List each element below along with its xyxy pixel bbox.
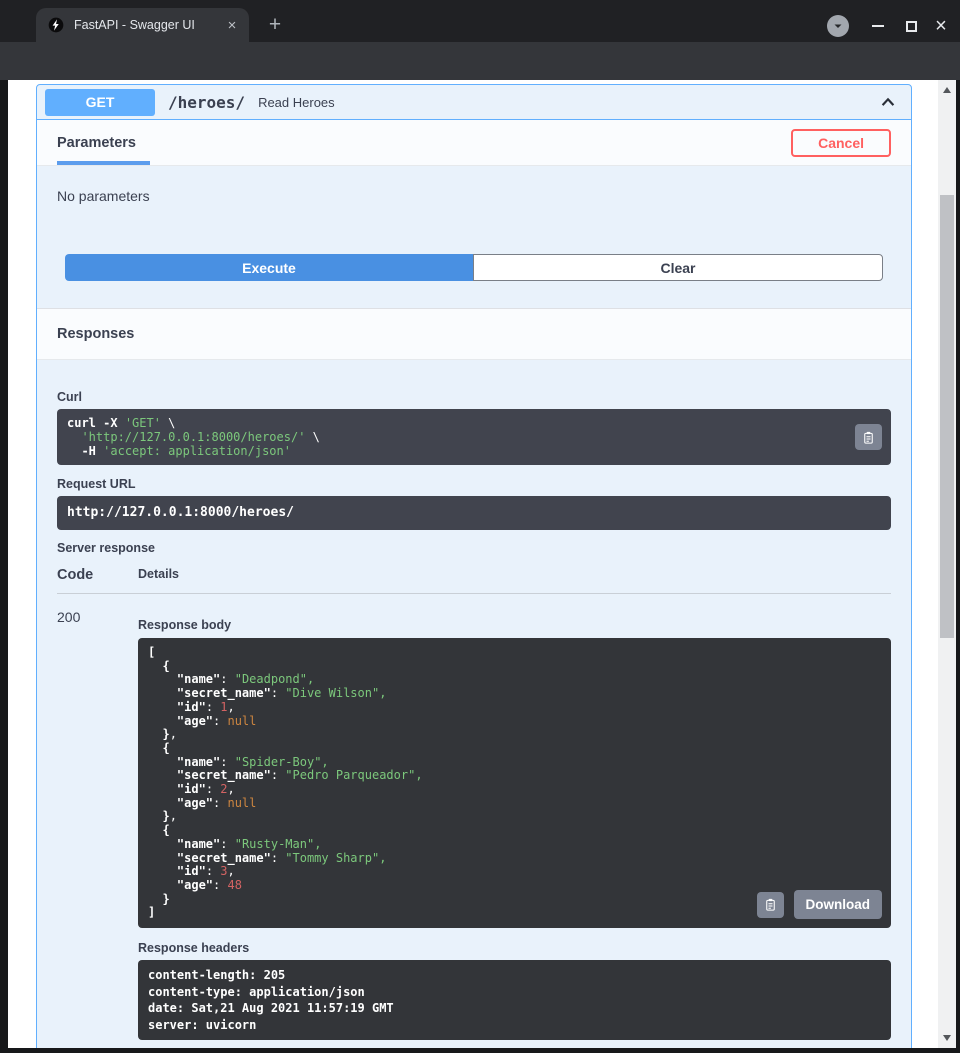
scroll-down-arrow[interactable]	[943, 1035, 951, 1041]
scroll-up-arrow[interactable]	[943, 87, 951, 93]
endpoint-path: /heroes/	[168, 93, 245, 112]
execute-row: Execute Clear	[65, 254, 883, 281]
response-body-label: Response body	[138, 618, 891, 632]
parameters-tab[interactable]: Parameters	[57, 135, 136, 151]
request-url-value: http://127.0.0.1:8000/heroes/	[67, 505, 881, 521]
cancel-button[interactable]: Cancel	[791, 129, 891, 157]
curl-label: Curl	[57, 390, 891, 404]
browser-window: FastAPI - Swagger UI × + × 127.0.0.1:800…	[0, 0, 960, 1053]
table-header: Code Details	[57, 567, 891, 594]
response-headers-text: content-length: 205 content-type: applic…	[148, 967, 881, 1033]
window-right-edge	[956, 80, 960, 1053]
tab-close-icon[interactable]: ×	[223, 16, 241, 34]
response-body-json: [ { "name": "Deadpond", "secret_name": "…	[148, 646, 881, 920]
page-content: GET /heroes/ Read Heroes Parameters Canc…	[8, 80, 938, 1048]
browser-toolbar: 127.0.0.1:8000/docs#/default/read_heroes…	[0, 42, 960, 80]
response-body-block: [ { "name": "Deadpond", "secret_name": "…	[138, 638, 891, 928]
tab-title: FastAPI - Swagger UI	[74, 18, 223, 32]
maximize-button[interactable]	[899, 14, 923, 38]
responses-body: Curl curl -X 'GET' \ 'http://127.0.0.1:8…	[37, 360, 911, 1048]
curl-block: curl -X 'GET' \ 'http://127.0.0.1:8000/h…	[57, 409, 891, 465]
server-response-label: Server response	[57, 541, 891, 555]
minimize-button[interactable]	[866, 14, 890, 38]
chevron-down-icon	[832, 20, 844, 32]
clipboard-icon	[763, 897, 778, 912]
collapse-chevron-icon[interactable]	[879, 93, 897, 111]
new-tab-button[interactable]: +	[262, 12, 288, 38]
minimize-icon	[872, 25, 884, 27]
close-icon: ×	[935, 16, 947, 36]
code-column-header: Code	[57, 567, 138, 583]
responses-title: Responses	[57, 326, 134, 342]
download-button[interactable]: Download	[794, 890, 883, 919]
status-code: 200	[57, 609, 138, 1040]
response-headers-block: content-length: 205 content-type: applic…	[138, 960, 891, 1040]
tab-search-button[interactable]	[827, 15, 849, 37]
browser-tab[interactable]: FastAPI - Swagger UI ×	[36, 8, 249, 42]
fastapi-favicon-icon	[48, 17, 64, 33]
details-cell: Response body [ { "name": "Deadpond", "s…	[138, 609, 891, 1040]
clear-button[interactable]: Clear	[473, 254, 883, 281]
server-response-table: Code Details 200 Response body [ { "name…	[57, 567, 891, 1040]
execute-button[interactable]: Execute	[65, 254, 473, 281]
table-row: 200 Response body [ { "name": "Deadpond"…	[57, 594, 891, 1040]
scrollbar-thumb[interactable]	[940, 195, 954, 638]
no-parameters-text: No parameters	[57, 188, 911, 204]
copy-curl-button[interactable]	[855, 424, 882, 450]
maximize-icon	[906, 21, 917, 32]
request-url-label: Request URL	[57, 477, 891, 491]
tab-bar: FastAPI - Swagger UI × + ×	[0, 0, 960, 42]
clipboard-icon	[861, 430, 876, 445]
close-window-button[interactable]: ×	[929, 14, 953, 38]
opblock-get-heroes: GET /heroes/ Read Heroes Parameters Canc…	[36, 84, 912, 1048]
method-badge: GET	[45, 89, 155, 116]
parameters-body: No parameters Execute Clear	[37, 166, 911, 308]
scrollbar[interactable]	[938, 80, 956, 1048]
response-headers-label: Response headers	[138, 941, 891, 955]
window-bottom-edge	[0, 1048, 960, 1053]
curl-command: curl -X 'GET' \ 'http://127.0.0.1:8000/h…	[67, 416, 845, 458]
parameters-tab-underline	[57, 161, 150, 165]
details-column-header: Details	[138, 567, 179, 583]
responses-header: Responses	[37, 308, 911, 360]
copy-response-button[interactable]	[757, 892, 784, 918]
endpoint-summary: Read Heroes	[258, 95, 879, 110]
parameters-header: Parameters Cancel	[37, 120, 911, 166]
opblock-summary[interactable]: GET /heroes/ Read Heroes	[37, 85, 911, 120]
request-url-block: http://127.0.0.1:8000/heroes/	[57, 496, 891, 530]
response-body-buttons: Download	[757, 890, 883, 919]
